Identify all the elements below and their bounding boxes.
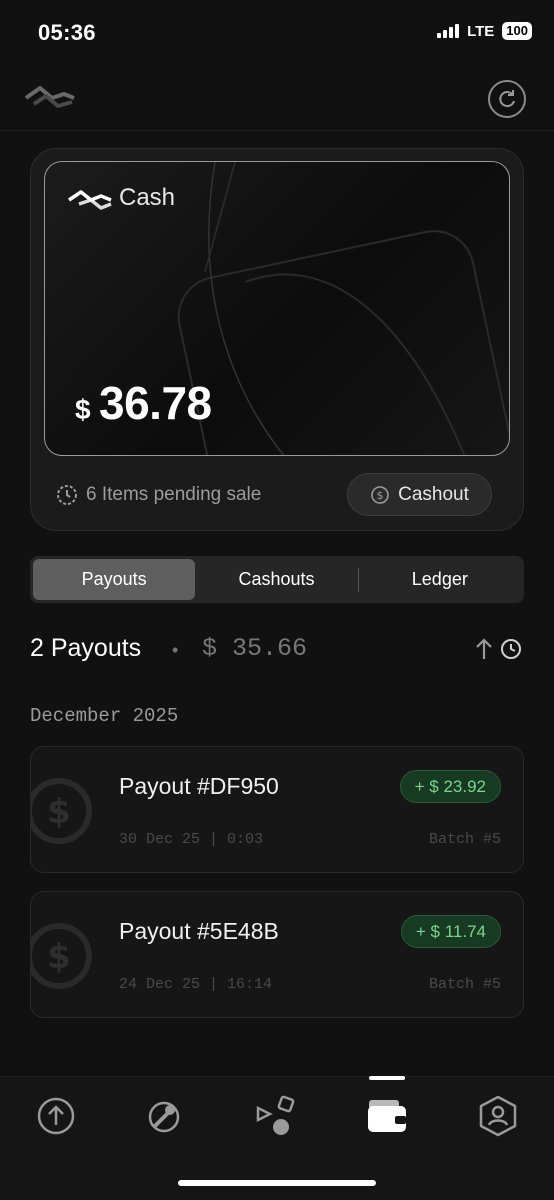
wallet-icon (368, 1100, 406, 1132)
explore-icon (148, 1101, 180, 1133)
network-label: LTE (467, 22, 495, 40)
refresh-icon (499, 90, 515, 108)
payout-date: 24 Dec 25 | 16:14 (119, 976, 273, 993)
status-time: 05:36 (38, 20, 96, 45)
tab-cashouts[interactable]: Cashouts (195, 559, 357, 600)
profile-icon (479, 1095, 517, 1137)
payout-row[interactable]: $ Payout #5E48B + $ 11.74 24 Dec 25 | 16… (30, 891, 524, 1018)
nav-shapes[interactable] (255, 1094, 299, 1138)
payout-title: Payout #5E48B (119, 918, 279, 944)
nav-upload[interactable] (34, 1094, 78, 1138)
home-indicator (178, 1180, 376, 1186)
nav-profile[interactable] (476, 1094, 520, 1138)
card-title: Cash (119, 184, 176, 211)
tab-payouts[interactable]: Payouts (33, 559, 196, 600)
refresh-button[interactable] (488, 80, 526, 118)
nav-explore[interactable] (142, 1094, 186, 1138)
payouts-total: $ 35.66 (202, 634, 308, 663)
svg-text:$: $ (377, 489, 384, 502)
status-indicators: LTE 100 (437, 22, 532, 40)
pending-items-text: 6 Items pending sale (86, 484, 262, 505)
wave-logo-icon[interactable] (24, 84, 76, 112)
cash-logo-icon (67, 188, 113, 212)
nav-active-indicator (369, 1076, 405, 1080)
payout-amount-badge: + $ 11.74 (400, 915, 501, 948)
nav-wallet[interactable] (365, 1094, 409, 1138)
cashout-coin-icon: $ (371, 485, 389, 504)
payout-title: Payout #DF950 (119, 773, 279, 799)
sort-by-time-icon[interactable] (474, 637, 524, 661)
battery-icon: 100 (502, 22, 532, 40)
payout-date: 30 Dec 25 | 0:03 (119, 831, 264, 848)
cash-card[interactable]: Cash $ 36.78 (44, 161, 510, 456)
dollar-coin-icon: $ (31, 778, 92, 844)
pending-clock-icon (56, 484, 78, 506)
svg-text:$: $ (47, 937, 71, 977)
tab-ledger[interactable]: Ledger (359, 559, 521, 600)
payout-row[interactable]: $ Payout #DF950 + $ 23.92 30 Dec 25 | 0:… (30, 746, 524, 873)
card-balance: 36.78 (99, 377, 212, 429)
dollar-coin-icon: $ (31, 923, 92, 989)
summary-separator: • (172, 640, 179, 660)
payout-batch: Batch #5 (428, 976, 501, 993)
payout-amount-badge: + $ 23.92 (399, 770, 501, 803)
tab-bar: Payouts Cashouts Ledger (30, 556, 524, 603)
header-divider (0, 130, 554, 131)
payout-batch: Batch #5 (428, 831, 501, 848)
svg-text:$: $ (47, 792, 71, 832)
card-currency: $ (75, 394, 91, 425)
payouts-count: 2 Payouts (30, 634, 142, 662)
upload-icon (37, 1097, 75, 1135)
cashout-label: Cashout (398, 483, 469, 505)
shapes-icon (256, 1095, 295, 1135)
signal-icon (437, 24, 460, 38)
cashout-button[interactable]: $ Cashout (347, 473, 492, 516)
month-header: December 2025 (30, 705, 179, 727)
